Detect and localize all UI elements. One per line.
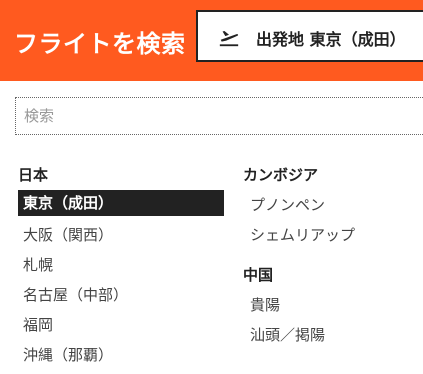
region-column-right: カンボジア プノンペン シェムリアップ 中国 貴陽 汕頭／掲陽	[243, 164, 423, 350]
region-column-left: 日本 東京（成田） 大阪（関西） 札幌 名古屋（中部） 福岡 沖縄（那覇）	[18, 164, 224, 370]
search-box[interactable]	[15, 97, 423, 135]
city-item-fukuoka[interactable]: 福岡	[18, 310, 224, 340]
search-input[interactable]	[24, 106, 404, 126]
city-item-shantou-jieyang[interactable]: 汕頭／掲陽	[243, 320, 423, 350]
flight-search-panel: フライトを検索 出発地 東京（成田） 日本 東京（成田） 大阪（関西） 札幌 名…	[0, 0, 423, 374]
city-item-tokyo-narita[interactable]: 東京（成田）	[18, 190, 224, 216]
origin-selector[interactable]: 出発地 東京（成田）	[196, 10, 423, 62]
origin-label: 出発地 東京（成田）	[256, 30, 406, 49]
city-item-okinawa-naha[interactable]: 沖縄（那覇）	[18, 340, 224, 370]
city-item-phnom-penh[interactable]: プノンペン	[243, 190, 423, 220]
city-item-sapporo[interactable]: 札幌	[18, 250, 224, 280]
header-bar: フライトを検索 出発地 東京（成田）	[0, 0, 423, 81]
city-item-nagoya-chubu[interactable]: 名古屋（中部）	[18, 280, 224, 310]
region-heading-china: 中国	[243, 266, 274, 284]
page-title: フライトを検索	[14, 30, 186, 58]
city-item-osaka-kansai[interactable]: 大阪（関西）	[18, 220, 224, 250]
region-heading-japan: 日本	[18, 166, 49, 184]
plane-departure-icon	[219, 31, 239, 47]
city-item-siem-reap[interactable]: シェムリアップ	[243, 220, 423, 250]
region-spacer	[243, 250, 423, 264]
city-item-guiyang[interactable]: 貴陽	[243, 290, 423, 320]
region-heading-cambodia: カンボジア	[243, 166, 319, 184]
